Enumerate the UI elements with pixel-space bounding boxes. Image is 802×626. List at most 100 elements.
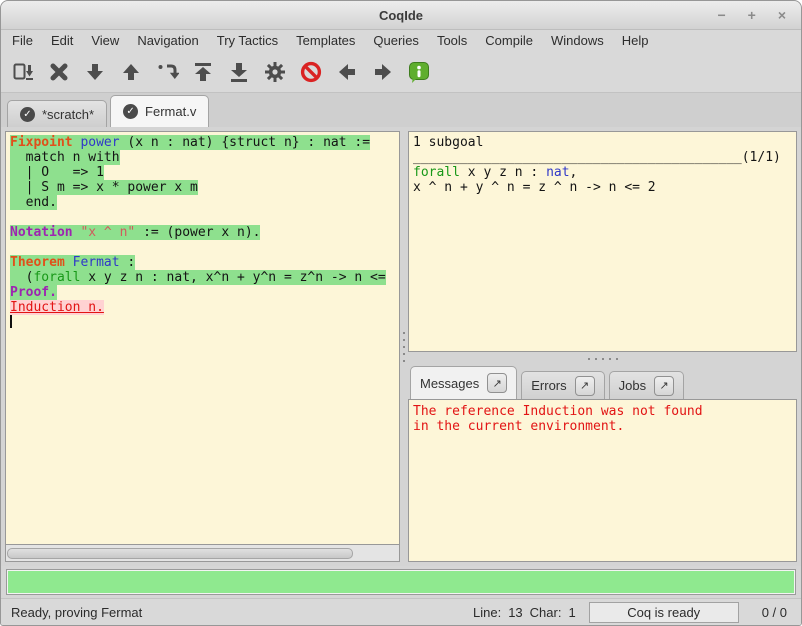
step-backward-button[interactable] [117, 58, 145, 86]
coqide-window: CoqIde − + × FileEditViewNavigationTry T… [0, 0, 802, 626]
detach-button[interactable]: ↗ [654, 376, 674, 396]
detach-button[interactable]: ↗ [487, 373, 507, 393]
job-fraction: 0 / 0 [762, 605, 787, 620]
processed-highlight: Proof. [10, 285, 57, 300]
horizontal-splitter[interactable] [408, 352, 797, 365]
maximize-button[interactable]: + [748, 2, 756, 28]
tab-label: Fermat.v [145, 104, 196, 119]
document-down-icon [11, 60, 35, 84]
code-line [10, 315, 399, 330]
splitter-dot [403, 346, 405, 348]
tab-label: *scratch* [42, 107, 94, 122]
splitter-dot [602, 358, 604, 360]
right-column: 1 subgoal_______________________________… [408, 131, 797, 562]
arrow-left-icon [335, 60, 359, 84]
goal-line: forall x y z n : nat, [413, 165, 796, 180]
processed-highlight: Theorem Fermat : [10, 255, 135, 270]
close-button[interactable]: × [778, 2, 786, 28]
menu-item-edit[interactable]: Edit [42, 30, 82, 52]
menu-bar: FileEditViewNavigationTry TacticsTemplat… [1, 30, 801, 52]
code-line: Theorem Fermat : [10, 255, 399, 270]
step-forward-button[interactable] [81, 58, 109, 86]
splitter-dot [403, 353, 405, 355]
status-message: Ready, proving Fermat [11, 605, 473, 620]
char-label: Char: [530, 605, 562, 620]
goal-line: x ^ n + y ^ n = z ^ n -> n <= 2 [413, 180, 796, 195]
goto-end-button[interactable] [225, 58, 253, 86]
main-area: Fixpoint power (x n : nat) {struct n} : … [1, 127, 801, 566]
line-label: Line: [473, 605, 501, 620]
message-tab-bar: Messages↗Errors↗Jobs↗ [408, 365, 797, 399]
menu-item-templates[interactable]: Templates [287, 30, 364, 52]
splitter-dot [616, 358, 618, 360]
menu-item-navigation[interactable]: Navigation [128, 30, 207, 52]
splitter-dot [609, 358, 611, 360]
goal-line: ________________________________________… [413, 150, 796, 165]
horizontal-scrollbar[interactable] [5, 544, 400, 562]
status-right: Line: 13 Char: 1 Coq is ready 0 / 0 [473, 602, 791, 623]
interrupt-button[interactable] [297, 58, 325, 86]
arrow-down-icon [83, 60, 107, 84]
close-x-icon [47, 60, 71, 84]
tab-messages[interactable]: Messages ↗ [410, 366, 517, 399]
menu-item-compile[interactable]: Compile [476, 30, 542, 52]
code-line [10, 210, 399, 225]
tab-jobs[interactable]: Jobs↗ [609, 371, 684, 399]
window-controls: − + × [717, 2, 801, 28]
processed-highlight: | S m => x * power x m [10, 180, 198, 195]
no-entry-icon [299, 60, 323, 84]
menu-item-file[interactable]: File [3, 30, 42, 52]
menu-item-tools[interactable]: Tools [428, 30, 476, 52]
navigate-forward-button[interactable] [369, 58, 397, 86]
processed-highlight: | O => 1 [10, 165, 104, 180]
arrow-up-icon [119, 60, 143, 84]
tab-label: Messages [420, 376, 479, 391]
navigate-back-button[interactable] [333, 58, 361, 86]
minimize-button[interactable]: − [717, 2, 725, 28]
code-line: match n with [10, 150, 399, 165]
detach-icon: ↗ [493, 377, 502, 390]
close-x-button[interactable] [45, 58, 73, 86]
menu-item-view[interactable]: View [82, 30, 128, 52]
goto-cursor-button[interactable] [153, 58, 181, 86]
processed-highlight: Notation "x ^ n" := (power x n). [10, 225, 260, 240]
goal-line: 1 subgoal [413, 135, 796, 150]
vertical-splitter[interactable] [400, 131, 408, 562]
code-line [10, 240, 399, 255]
check-icon: ✓ [20, 107, 35, 122]
scrollbar-thumb[interactable] [7, 548, 353, 559]
menu-item-try-tactics[interactable]: Try Tactics [208, 30, 287, 52]
messages-pane: The reference Induction was not foundin … [408, 399, 797, 562]
tab-scratch[interactable]: ✓ *scratch* [7, 100, 107, 127]
detach-icon: ↗ [580, 379, 589, 392]
arrow-right-icon [371, 60, 395, 84]
document-down-button[interactable] [9, 58, 37, 86]
goto-cursor-icon [155, 60, 179, 84]
about-button[interactable] [405, 58, 433, 86]
menu-item-windows[interactable]: Windows [542, 30, 613, 52]
error-highlight: Induction n. [10, 300, 104, 315]
goals-pane: 1 subgoal_______________________________… [408, 131, 797, 352]
code-line: | O => 1 [10, 165, 399, 180]
splitter-dot [403, 332, 405, 334]
detach-button[interactable]: ↗ [575, 376, 595, 396]
progress-bar [6, 569, 796, 595]
splitter-dot [403, 360, 405, 362]
coq-status: Coq is ready [589, 602, 739, 623]
script-editor[interactable]: Fixpoint power (x n : nat) {struct n} : … [5, 131, 400, 544]
code-line: (forall x y z n : nat, x^n + y^n = z^n -… [10, 270, 399, 285]
settings-button[interactable] [261, 58, 289, 86]
splitter-dot [403, 339, 405, 341]
processed-highlight: match n with [10, 150, 120, 165]
tab-fermat-v[interactable]: ✓Fermat.v [110, 95, 209, 127]
menu-item-queries[interactable]: Queries [364, 30, 428, 52]
file-tab-strip: ✓ *scratch* ✓Fermat.v [1, 93, 801, 127]
code-line: Proof. [10, 285, 399, 300]
gear-icon [263, 60, 287, 84]
tab-errors[interactable]: Errors ↗ [521, 371, 604, 399]
code-line: Notation "x ^ n" := (power x n). [10, 225, 399, 240]
titlebar[interactable]: CoqIde − + × [1, 1, 801, 30]
tab-label: Errors [531, 378, 566, 393]
goto-start-button[interactable] [189, 58, 217, 86]
menu-item-help[interactable]: Help [613, 30, 658, 52]
